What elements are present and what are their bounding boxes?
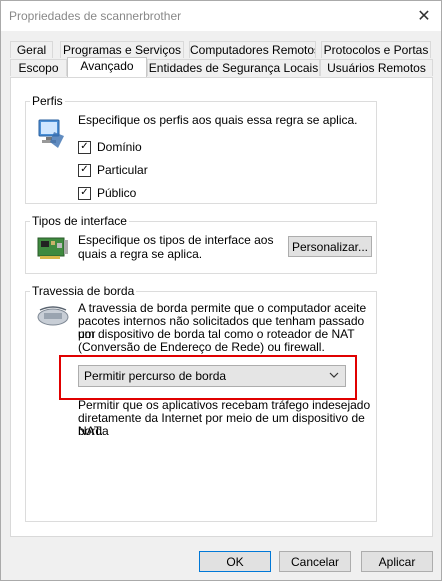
network-card-icon: [36, 234, 70, 264]
checkbox-particular-label: Particular: [97, 163, 148, 177]
tab-panel-avancado: Perfis Especifique os perfis aos quais e…: [10, 77, 433, 537]
edge-traversal-help-2: diretamente da Internet por meio de um d…: [78, 411, 365, 438]
title-bar: Propriedades de scannerbrother ✕: [1, 1, 441, 31]
tab-avancado[interactable]: Avançado: [67, 57, 147, 77]
tab-protocolos-portas[interactable]: Protocolos e Portas: [321, 41, 431, 58]
edge-traversal-group: Travessia de borda A travessia de borda …: [25, 284, 377, 522]
checkbox-particular[interactable]: ✓ Particular: [78, 163, 148, 177]
profiles-group: Perfis Especifique os perfis aos quais e…: [25, 94, 377, 204]
tab-usuarios-remotos[interactable]: Usuários Remotos: [320, 59, 433, 76]
interface-types-description-1: Especifique os tipos de interface aos: [78, 233, 274, 247]
window-title: Propriedades de scannerbrother: [9, 9, 182, 23]
edge-traversal-help-3: NAT.: [78, 424, 104, 438]
customize-button[interactable]: Personalizar...: [288, 236, 372, 257]
properties-window: Propriedades de scannerbrother ✕ Geral P…: [0, 0, 442, 581]
tab-entidades-seguranca[interactable]: Entidades de Segurança Locais: [147, 59, 320, 76]
close-icon[interactable]: ✕: [409, 1, 439, 31]
profiles-legend: Perfis: [32, 94, 63, 108]
profiles-icon: [36, 118, 66, 152]
tab-programas-servicos[interactable]: Programas e Serviços: [60, 41, 184, 58]
ok-button[interactable]: OK: [199, 551, 271, 572]
tab-escopo[interactable]: Escopo: [10, 59, 67, 76]
checkbox-dominio[interactable]: ✓ Domínio: [78, 140, 142, 154]
checkbox-dominio-box[interactable]: ✓: [78, 140, 91, 154]
checkbox-particular-box[interactable]: ✓: [78, 163, 91, 177]
interface-types-group: Tipos de interface Especifique os tipos …: [25, 214, 377, 274]
tab-computadores-remotos[interactable]: Computadores Remotos: [189, 41, 316, 58]
edge-traversal-legend: Travessia de borda: [32, 284, 135, 298]
cancel-button[interactable]: Cancelar: [279, 551, 351, 572]
interface-types-legend: Tipos de interface: [32, 214, 127, 228]
edge-traversal-description-4: (Conversão de Endereço de Rede) ou firew…: [78, 340, 325, 354]
tab-geral[interactable]: Geral: [10, 41, 53, 58]
checkbox-publico-box[interactable]: ✓: [78, 186, 91, 200]
profiles-description: Especifique os perfis aos quais essa reg…: [78, 113, 358, 127]
checkbox-dominio-label: Domínio: [97, 140, 142, 154]
tab-strip: Geral Programas e Serviços Computadores …: [1, 41, 441, 81]
apply-button[interactable]: Aplicar: [361, 551, 433, 572]
edge-traversal-icon: [36, 304, 70, 330]
edge-traversal-select[interactable]: Permitir percurso de borda: [78, 365, 346, 387]
interface-types-description-2: quais a regra se aplica.: [78, 247, 203, 261]
checkbox-publico[interactable]: ✓ Público: [78, 186, 136, 200]
chevron-down-icon[interactable]: [329, 369, 339, 384]
edge-traversal-selected-value: Permitir percurso de borda: [84, 369, 227, 383]
checkbox-publico-label: Público: [97, 186, 137, 200]
